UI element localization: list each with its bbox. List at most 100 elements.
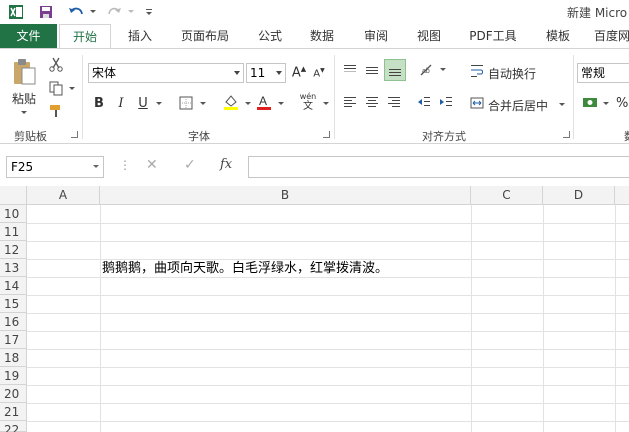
fill-color-icon[interactable]	[220, 91, 242, 113]
orientation-icon[interactable]: ab	[416, 61, 438, 79]
format-painter-icon[interactable]	[46, 101, 66, 121]
column-header-d[interactable]: D	[543, 186, 615, 205]
column-header-a[interactable]: A	[27, 186, 100, 205]
alignment-group-label: 对齐方式	[422, 130, 466, 143]
tab-home[interactable]: 开始	[59, 24, 111, 49]
tab-file[interactable]: 文件	[0, 24, 57, 48]
accounting-format-icon[interactable]	[580, 93, 600, 113]
copy-icon[interactable]	[46, 78, 66, 98]
tab-pdf-tools[interactable]: PDF工具	[462, 24, 524, 48]
wrap-text-label[interactable]: 自动换行	[488, 65, 536, 82]
clipboard-launcher-icon[interactable]	[71, 131, 78, 138]
merge-dropdown-icon[interactable]	[559, 103, 565, 106]
chevron-down-icon	[276, 71, 282, 75]
phonetic-guide-icon[interactable]: wén 文	[296, 91, 320, 113]
font-color-icon[interactable]: A	[254, 91, 274, 113]
row-header[interactable]: 21	[0, 403, 27, 421]
cancel-icon[interactable]: ✕	[146, 157, 158, 173]
align-bottom-icon[interactable]	[384, 59, 406, 81]
tab-formulas[interactable]: 公式	[250, 24, 290, 48]
copy-dropdown-icon[interactable]	[69, 87, 75, 90]
increase-indent-icon[interactable]	[436, 93, 456, 111]
save-icon[interactable]	[36, 2, 56, 22]
font-color-dropdown-icon[interactable]	[278, 102, 284, 105]
tab-insert[interactable]: 插入	[120, 24, 160, 48]
tab-template[interactable]: 模板	[538, 24, 578, 48]
align-middle-icon[interactable]	[362, 61, 382, 79]
align-top-icon[interactable]	[340, 61, 360, 79]
underline-button[interactable]: U	[134, 93, 152, 113]
row-header[interactable]: 15	[0, 295, 27, 313]
undo-icon[interactable]	[64, 2, 88, 22]
fill-color-dropdown-icon[interactable]	[245, 102, 251, 105]
bold-button[interactable]: B	[90, 93, 108, 113]
gridline	[471, 205, 472, 432]
group-divider	[573, 55, 574, 139]
font-size-select[interactable]: 11	[246, 63, 286, 83]
percent-style-button[interactable]: %	[616, 96, 628, 111]
shrink-font-icon[interactable]: A▼	[310, 63, 328, 83]
row-header[interactable]: 11	[0, 223, 27, 241]
formula-input[interactable]	[248, 156, 629, 178]
underline-dropdown-icon[interactable]	[156, 102, 162, 105]
row-header[interactable]: 10	[0, 205, 27, 223]
app-icon[interactable]	[6, 2, 26, 22]
grow-font-icon[interactable]: A▲	[290, 63, 308, 83]
name-box-dropdown-icon[interactable]	[93, 165, 99, 168]
tab-page-layout[interactable]: 页面布局	[172, 24, 238, 48]
accounting-dropdown-icon[interactable]	[603, 102, 609, 105]
row-header[interactable]: 19	[0, 367, 27, 385]
paste-label[interactable]: 粘贴	[12, 90, 36, 107]
column-header-b[interactable]: B	[100, 186, 471, 205]
tab-baidu[interactable]: 百度网	[594, 24, 629, 48]
tab-review[interactable]: 审阅	[356, 24, 396, 48]
number-format-select[interactable]: 常规	[577, 63, 629, 83]
column-header-e[interactable]	[615, 186, 629, 205]
row-header[interactable]: 14	[0, 277, 27, 295]
font-launcher-icon[interactable]	[323, 131, 330, 138]
paste-icon[interactable]	[8, 57, 40, 87]
paste-dropdown-icon[interactable]	[21, 111, 27, 114]
cell-b13[interactable]: 鹅鹅鹅，曲项向天歌。白毛浮绿水，红掌拨清波。	[102, 260, 388, 278]
decrease-indent-icon[interactable]	[414, 93, 434, 111]
customize-qat-icon[interactable]	[142, 2, 156, 22]
font-name-select[interactable]: 宋体	[88, 63, 244, 83]
group-divider	[82, 55, 83, 139]
row-header[interactable]: 22	[0, 421, 27, 432]
row-header[interactable]: 12	[0, 241, 27, 259]
cut-icon[interactable]	[46, 54, 66, 74]
row-header[interactable]: 17	[0, 331, 27, 349]
redo-icon[interactable]	[104, 2, 126, 22]
borders-dropdown-icon[interactable]	[200, 102, 206, 105]
row-header[interactable]: 16	[0, 313, 27, 331]
gridline	[615, 205, 616, 432]
align-center-icon[interactable]	[362, 93, 382, 111]
row-header[interactable]: 18	[0, 349, 27, 367]
font-name-value: 宋体	[92, 66, 117, 80]
orientation-dropdown-icon[interactable]	[440, 68, 446, 71]
row-header[interactable]: 13	[0, 259, 27, 277]
merge-center-label[interactable]: 合并后居中	[488, 97, 548, 114]
formula-bar-grip-icon[interactable]: ⋮	[119, 158, 131, 172]
worksheet-grid[interactable]: A B C D 10 11 12 13 14 15 16 17 18 19 20…	[0, 186, 629, 432]
redo-dropdown-icon[interactable]	[128, 10, 134, 13]
alignment-launcher-icon[interactable]	[563, 131, 570, 138]
merge-center-icon[interactable]	[468, 94, 486, 112]
undo-dropdown-icon[interactable]	[90, 10, 96, 13]
align-left-icon[interactable]	[340, 93, 360, 111]
name-box[interactable]: F25	[6, 156, 104, 178]
tab-data[interactable]: 数据	[302, 24, 342, 48]
borders-icon[interactable]	[176, 93, 196, 113]
row-header[interactable]: 20	[0, 385, 27, 403]
formula-bar: F25 ⋮ ✕ ✓ fx	[0, 144, 629, 186]
select-all-corner[interactable]	[0, 186, 27, 205]
wrap-text-icon[interactable]	[468, 62, 486, 80]
tab-view[interactable]: 视图	[409, 24, 449, 48]
enter-icon[interactable]: ✓	[184, 157, 196, 173]
insert-function-button[interactable]: fx	[220, 157, 232, 172]
align-right-icon[interactable]	[384, 93, 404, 111]
phonetic-dropdown-icon[interactable]	[323, 102, 329, 105]
group-divider	[334, 55, 335, 139]
italic-button[interactable]: I	[112, 93, 130, 113]
column-header-c[interactable]: C	[471, 186, 543, 205]
